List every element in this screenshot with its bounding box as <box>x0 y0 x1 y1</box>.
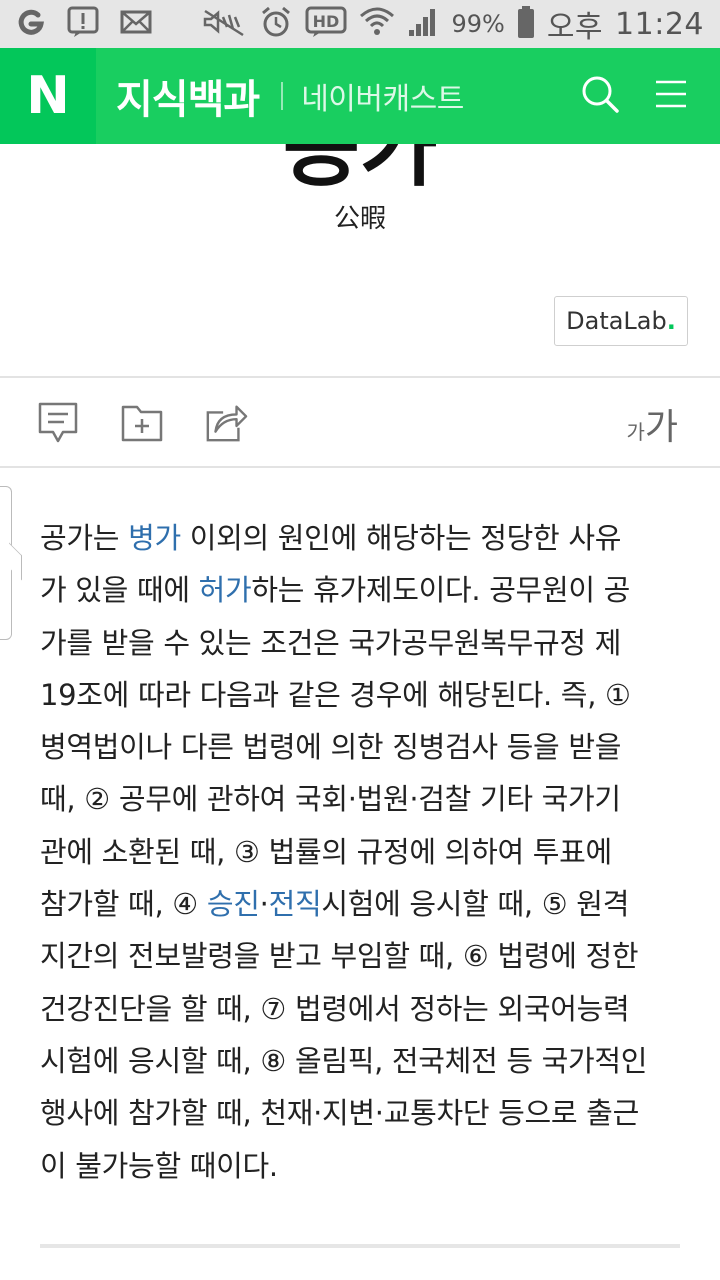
article-link[interactable]: 승진 <box>207 887 260 921</box>
article-text: 이외의 원인에 해당하는 정당한 사유 <box>180 521 622 555</box>
alert-icon <box>66 5 100 43</box>
article-line: 가 있을 때에 허가하는 휴가제도이다. 공무원이 공 <box>40 564 690 616</box>
divider <box>0 466 720 468</box>
battery-percent: 99% <box>451 10 505 38</box>
signal-icon <box>407 6 439 42</box>
article-text: 행사에 참가할 때, 천재·지변·교통차단 등으로 출근 <box>40 1096 639 1131</box>
font-size-button[interactable]: 가가 <box>626 398 678 450</box>
status-ampm: 오후 <box>546 10 604 45</box>
app-header: N 지식백과 네이버캐스트 <box>0 48 720 144</box>
side-drawer-handle[interactable] <box>0 486 12 640</box>
status-time: 11:24 <box>615 6 704 42</box>
article-line: 건강진단을 할 때, ⑦ 법령에서 정하는 외국어능력 <box>40 983 690 1035</box>
article-text: · <box>259 887 269 922</box>
menu-icon[interactable] <box>654 78 688 114</box>
datalab-dot: . <box>666 307 676 335</box>
wifi-icon <box>359 6 395 42</box>
article-link[interactable]: 병가 <box>128 521 181 555</box>
naver-logo: N <box>26 66 70 126</box>
entry-title: 공가 <box>282 144 438 198</box>
article-text: 가 있을 때에 <box>40 573 199 608</box>
entry-header: 공가 公暇 DataLab. <box>0 144 720 376</box>
add-folder-icon[interactable] <box>120 401 164 445</box>
article-line: 공가는 병가 이외의 원인에 해당하는 정당한 사유 <box>40 512 690 564</box>
article-line: 때, ② 공무에 관하여 국회·법원·검찰 기타 국가기 <box>40 773 690 825</box>
header-title[interactable]: 지식백과 <box>116 67 260 125</box>
article-body: 공가는 병가 이외의 원인에 해당하는 정당한 사유 가 있을 때에 허가하는 휴… <box>40 512 690 1192</box>
article-link[interactable]: 허가 <box>199 573 252 607</box>
article-line: 행사에 참가할 때, 천재·지변·교통차단 등으로 출근 <box>40 1087 690 1139</box>
article-text: 때, ② 공무에 관하여 국회·법원·검찰 기타 국가기 <box>40 782 621 817</box>
article-line: 이 불가능할 때이다. <box>40 1140 690 1192</box>
naver-logo-button[interactable]: N <box>0 48 96 144</box>
article-text: 공가는 <box>40 521 129 555</box>
article-text: 건강진단을 할 때, ⑦ 법령에서 정하는 외국어능력 <box>40 991 630 1026</box>
g-icon <box>16 7 46 41</box>
article-line: 지간의 전보발령을 받고 부임할 때, ⑥ 법령에 정한 <box>40 930 690 982</box>
status-bar: HD 99% 오후 11:24 <box>0 0 720 48</box>
article-text: 19조에 따라 다음과 같은 경우에 해당된다. 즉, ① <box>40 677 631 712</box>
share-icon[interactable] <box>204 401 248 445</box>
article-line: 가를 받을 수 있는 조건은 국가공무원복무규정 제 <box>40 617 690 669</box>
article-line: 병역법이나 다른 법령에 의한 징병검사 등을 받을 <box>40 721 690 773</box>
article-link[interactable]: 전직 <box>269 887 322 921</box>
article-text: 이 불가능할 때이다. <box>40 1148 278 1183</box>
mail-icon <box>120 9 152 39</box>
comment-icon[interactable] <box>36 401 80 445</box>
article-text: 병역법이나 다른 법령에 의한 징병검사 등을 받을 <box>40 730 622 765</box>
divider <box>40 1244 680 1248</box>
entry-hanja: 公暇 <box>333 204 386 234</box>
mute-icon <box>201 7 247 41</box>
article-text: 시험에 응시할 때, ⑤ 원격 <box>321 887 630 922</box>
article-text: 가를 받을 수 있는 조건은 국가공무원복무규정 제 <box>40 625 622 660</box>
datalab-button[interactable]: DataLab. <box>554 296 688 346</box>
article-text: 시험에 응시할 때, ⑧ 올림픽, 전국체전 등 국가적인 <box>40 1043 648 1078</box>
article-line: 참가할 때, ④ 승진·전직시험에 응시할 때, ⑤ 원격 <box>40 878 690 930</box>
search-icon[interactable] <box>580 74 620 118</box>
article-line: 19조에 따라 다음과 같은 경우에 해당된다. 즉, ① <box>40 669 690 721</box>
font-size-big-label: 가 <box>644 407 678 448</box>
article-line: 관에 소환된 때, ③ 법률의 규정에 의하여 투표에 <box>40 826 690 878</box>
article-text: 지간의 전보발령을 받고 부임할 때, ⑥ 법령에 정한 <box>40 939 639 974</box>
font-size-small-label: 가 <box>626 420 645 444</box>
svg-text:HD: HD <box>313 12 340 31</box>
datalab-label: DataLab <box>566 307 667 335</box>
alarm-icon <box>259 5 293 43</box>
article-text: 참가할 때, ④ <box>40 887 207 922</box>
header-divider <box>281 82 284 110</box>
action-bar: 가가 <box>0 378 720 468</box>
header-subtitle[interactable]: 네이버캐스트 <box>301 74 464 118</box>
article-text: 하는 휴가제도이다. 공무원이 공 <box>251 573 631 608</box>
hd-icon: HD <box>305 5 347 43</box>
article-line: 시험에 응시할 때, ⑧ 올림픽, 전국체전 등 국가적인 <box>40 1035 690 1087</box>
battery-icon <box>517 5 535 43</box>
article-text: 관에 소환된 때, ③ 법률의 규정에 의하여 투표에 <box>40 834 612 869</box>
